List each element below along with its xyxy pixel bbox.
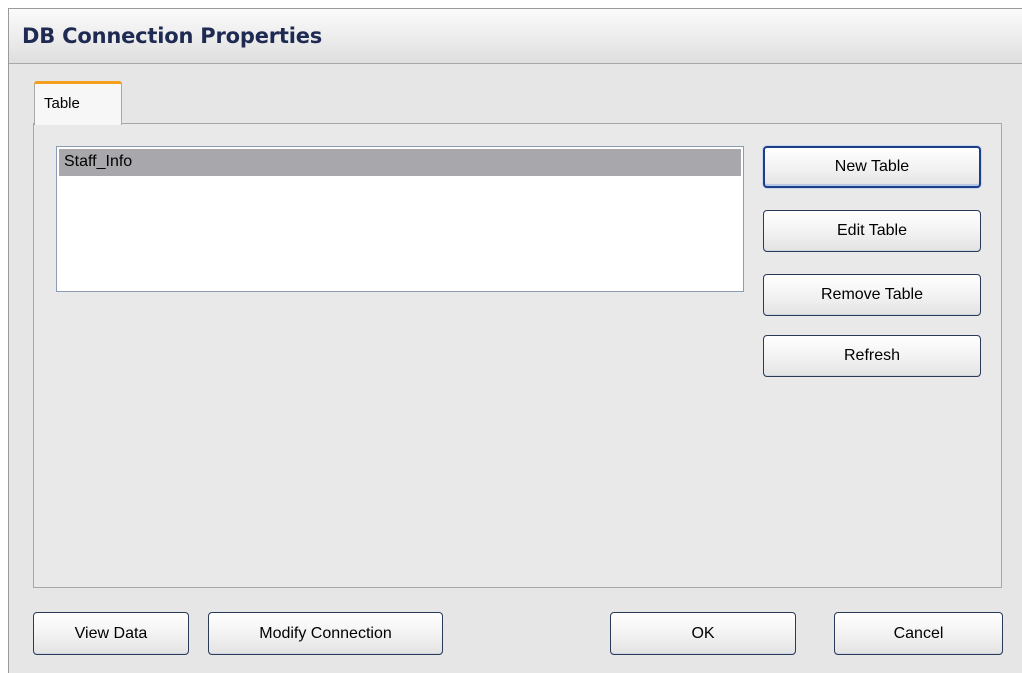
table-list-item-label: Staff_Info <box>64 153 133 170</box>
table-list-item[interactable]: Staff_Info <box>59 149 741 176</box>
remove-table-button[interactable]: Remove Table <box>763 274 981 316</box>
window-title: DB Connection Properties <box>22 24 323 48</box>
refresh-button-label: Refresh <box>843 347 901 364</box>
table-list[interactable]: Staff_Info <box>56 146 744 292</box>
modify-connection-button-label: Modify Connection <box>259 624 392 642</box>
ok-button-label: OK <box>691 624 715 642</box>
tab-table-label: Table <box>44 95 80 112</box>
new-table-button-label: New Table <box>834 158 910 175</box>
modify-connection-button[interactable]: Modify Connection <box>208 612 443 655</box>
view-data-button-label: View Data <box>74 624 148 642</box>
ok-button[interactable]: OK <box>610 612 796 655</box>
tab-panel-table: Staff_Info New Table Edit Table Remove T… <box>33 123 1002 588</box>
tab-table[interactable]: Table <box>34 81 122 125</box>
refresh-button[interactable]: Refresh <box>763 335 981 377</box>
edit-table-button-label: Edit Table <box>837 222 907 239</box>
cancel-button[interactable]: Cancel <box>834 612 1003 655</box>
new-table-button[interactable]: New Table <box>763 146 981 188</box>
edit-table-button[interactable]: Edit Table <box>763 210 981 252</box>
view-data-button[interactable]: View Data <box>33 612 189 655</box>
title-bar[interactable]: DB Connection Properties <box>9 9 1022 64</box>
cancel-button-label: Cancel <box>893 624 944 642</box>
dialog-window: DB Connection Properties Table Staff_Inf… <box>8 8 1022 673</box>
remove-table-button-label: Remove Table <box>821 286 923 303</box>
